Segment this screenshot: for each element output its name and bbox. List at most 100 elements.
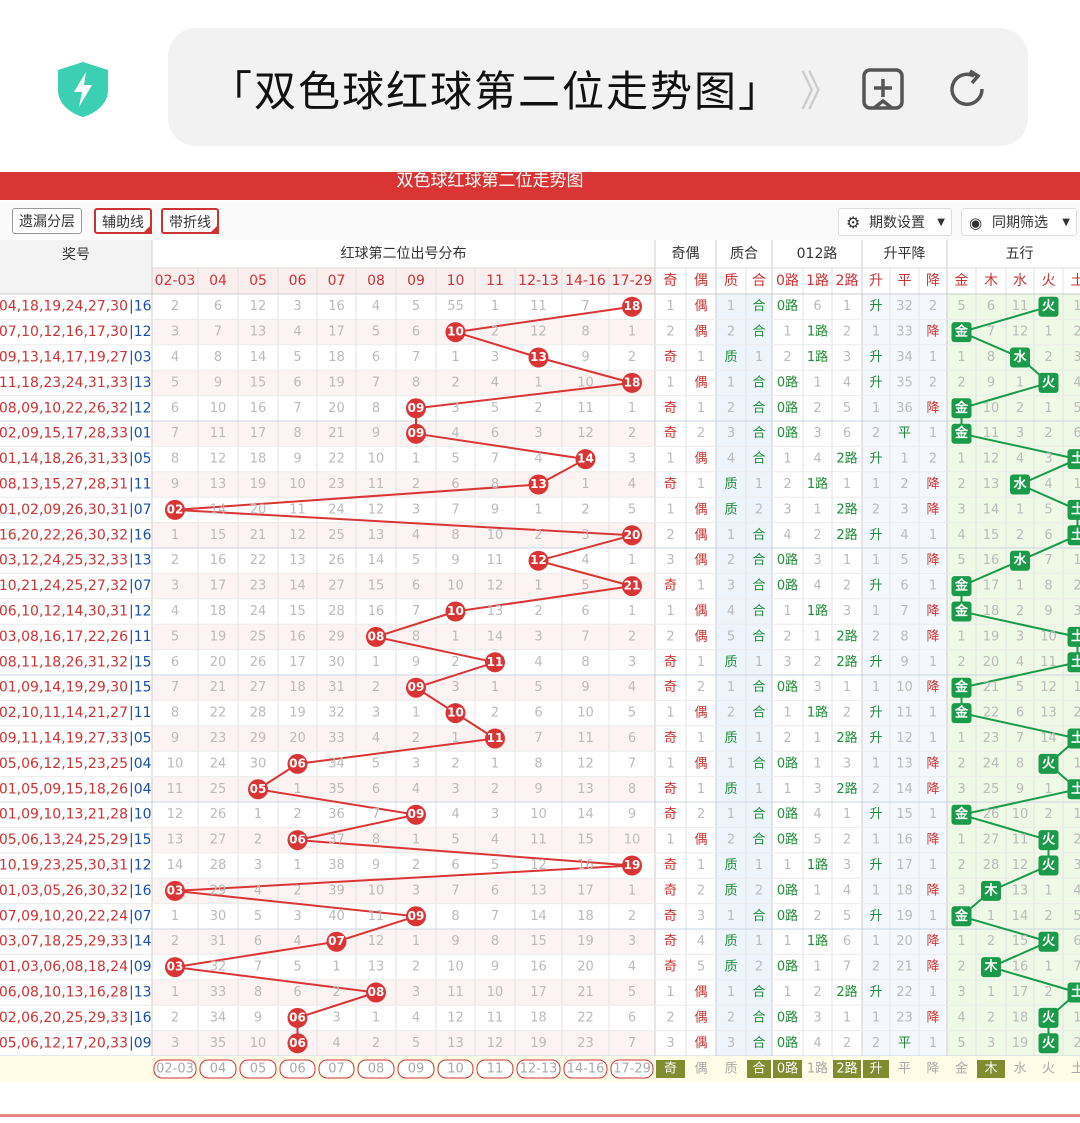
miss-count: 19: [896, 909, 913, 924]
miss-count: 1: [929, 909, 937, 924]
indicator-hit: 降: [926, 477, 939, 492]
miss-count: 19: [577, 934, 594, 949]
element-hit: 土: [1071, 501, 1080, 517]
miss-count: 1: [872, 680, 880, 695]
address-bar-title[interactable]: 「双色球红球第二位走势图」: [210, 58, 782, 119]
same-period-filter-dropdown[interactable]: 同期筛选 ◉ ▼: [961, 208, 1077, 236]
miss-count: 2: [697, 426, 705, 441]
miss-count: 2: [534, 401, 542, 416]
blue-ball-number: |13: [129, 553, 152, 569]
miss-count: 2: [1073, 325, 1080, 340]
miss-count: 4: [1073, 375, 1080, 390]
indicator-hit: 2路: [836, 730, 857, 746]
hit-ball-number: 06: [289, 756, 306, 770]
miss-count: 6: [813, 299, 821, 314]
bookmark-add-icon[interactable]: [860, 66, 906, 112]
miss-count: 5: [581, 579, 589, 594]
award-numbers: 10,21,24,25,27,32: [0, 578, 128, 594]
award-numbers: 01,05,09,15,18,26: [0, 781, 128, 797]
period-setting-dropdown[interactable]: 期数设置 ⚙ ▼: [838, 208, 952, 236]
hit-ball-number: 03: [167, 883, 184, 897]
miss-count: 1: [755, 350, 763, 365]
element-hit: 土: [1071, 628, 1080, 644]
polyline-toggle[interactable]: 带折线: [161, 208, 219, 234]
miss-count: 10: [577, 706, 594, 721]
indicator-hit: 升: [869, 528, 882, 543]
indicator-hit: 0路: [777, 882, 798, 898]
indicator-hit: 0路: [777, 298, 798, 314]
footer-filter-label: 2路: [836, 1061, 857, 1077]
refresh-icon[interactable]: [944, 66, 990, 112]
indicator-hit: 升: [869, 299, 882, 314]
miss-count: 5: [727, 629, 735, 644]
indicator-hit: 质: [724, 960, 737, 975]
element-hit: 火: [1042, 858, 1056, 873]
aux-line-toggle[interactable]: 辅助线: [94, 208, 152, 234]
miss-count: 1: [872, 553, 880, 568]
hit-ball-number: 19: [624, 858, 641, 872]
group-header: 质合: [730, 246, 758, 262]
miss-count: 3: [534, 426, 542, 441]
indicator-hit: 偶: [694, 833, 707, 848]
miss-count: 22: [250, 553, 267, 568]
miss-count: 1: [1044, 960, 1052, 975]
miss-count: 9: [412, 655, 420, 670]
miss-count: 1: [727, 807, 735, 822]
miss-count: 2: [872, 629, 880, 644]
miss-count: 7: [412, 604, 420, 619]
indicator-hit: 偶: [694, 375, 707, 390]
miss-count: 2: [491, 706, 499, 721]
blue-ball-number: |11: [129, 629, 152, 645]
miss-count: 5: [372, 325, 380, 340]
miss-count: 2: [171, 934, 179, 949]
miss-count: 7: [843, 960, 851, 975]
miss-count: 8: [171, 452, 179, 467]
miss-count: 2: [666, 1010, 674, 1025]
miss-count: 2: [171, 1010, 179, 1025]
miss-count: 9: [581, 680, 589, 695]
miss-count: 14: [289, 579, 306, 594]
miss-count: 38: [328, 858, 345, 873]
indicator-hit: 0路: [777, 908, 798, 924]
miss-count: 17: [250, 426, 267, 441]
miss-count: 31: [328, 680, 345, 695]
miss-count: 6: [1073, 934, 1080, 949]
miss-count: 2: [727, 833, 735, 848]
group-header: 012路: [797, 246, 838, 262]
miss-count: 3: [1073, 858, 1080, 873]
miss-count: 1: [755, 858, 763, 873]
miss-count: 1: [813, 756, 821, 771]
element-hit: 火: [1042, 934, 1056, 949]
miss-count: 2: [813, 909, 821, 924]
blue-ball-number: |14: [129, 934, 152, 950]
miss-count: 10: [368, 452, 385, 467]
shield-bolt-icon[interactable]: [56, 60, 110, 118]
miss-count: 3: [491, 350, 499, 365]
hit-ball-number: 09: [408, 401, 425, 415]
award-numbers: 09,11,14,19,27,33: [0, 731, 128, 747]
miss-count: 14: [1040, 731, 1057, 746]
blue-ball-number: |16: [129, 883, 152, 899]
miss-count: 10: [250, 1036, 267, 1051]
miss-count: 1: [697, 401, 705, 416]
miss-count: 4: [534, 655, 542, 670]
miss-count: 3: [171, 325, 179, 340]
missing-layer-button[interactable]: 遗漏分层: [12, 208, 82, 234]
miss-count: 19: [530, 1036, 547, 1051]
miss-count: 5: [1044, 502, 1052, 517]
miss-count: 25: [210, 782, 227, 797]
miss-count: 15: [896, 807, 913, 822]
miss-count: 1: [628, 325, 636, 340]
indicator-hit: 升: [869, 655, 882, 670]
miss-count: 1: [783, 934, 791, 949]
miss-count: 12: [896, 731, 913, 746]
miss-count: 17: [210, 579, 227, 594]
miss-count: 13: [210, 477, 227, 492]
column-header: 合: [752, 273, 766, 289]
miss-count: 3: [412, 985, 420, 1000]
miss-count: 5: [843, 909, 851, 924]
hit-ball-number: 18: [624, 299, 641, 313]
miss-count: 2: [628, 909, 636, 924]
miss-count: 8: [214, 350, 222, 365]
miss-count: 1: [697, 350, 705, 365]
